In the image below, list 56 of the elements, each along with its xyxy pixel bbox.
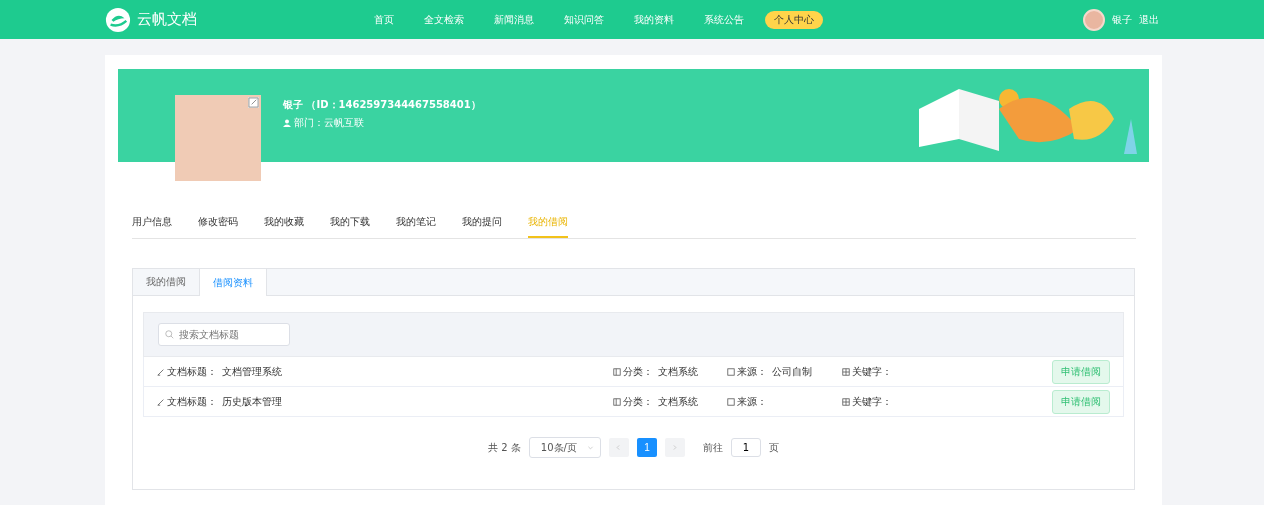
square-icon — [727, 397, 735, 406]
field-label: 分类： — [623, 394, 653, 409]
field-label: 来源： — [737, 364, 767, 379]
next-page-button[interactable] — [664, 438, 685, 457]
pen-icon — [157, 367, 165, 376]
avatar-circle[interactable] — [1083, 8, 1105, 31]
nav-link[interactable]: 新闻消息 — [485, 10, 543, 29]
page-suffix: 页 — [768, 440, 779, 455]
pen-icon — [157, 397, 165, 406]
nav-link[interactable]: 个人中心 — [765, 10, 823, 29]
document-title: 文档管理系统 — [222, 364, 282, 379]
search-icon — [165, 330, 174, 339]
nav-link[interactable]: 我的资料 — [625, 10, 683, 29]
category-value: 文档系统 — [658, 394, 698, 409]
logo-text: 云帆文档 — [137, 10, 197, 29]
sub-tab[interactable]: 我的借阅 — [133, 269, 199, 295]
square-icon — [727, 367, 735, 376]
field-label: 文档标题： — [167, 364, 217, 379]
chevron-down-icon — [586, 444, 594, 451]
sub-tab[interactable]: 借阅资料 — [199, 269, 267, 296]
nav-link[interactable]: 首页 — [365, 10, 403, 29]
profile-tab[interactable]: 用户信息 — [132, 215, 172, 238]
goto-label: 前往 — [702, 440, 723, 455]
nav-link[interactable]: 全文检索 — [415, 10, 473, 29]
page-input[interactable]: 1 — [730, 438, 761, 457]
user-name[interactable]: 银子 — [1112, 12, 1132, 27]
category-value: 文档系统 — [658, 364, 698, 379]
field-label: 来源： — [737, 394, 767, 409]
source-value: 公司自制 — [772, 364, 812, 379]
profile-tab[interactable]: 我的提问 — [462, 215, 502, 238]
field-label: 关键字： — [852, 394, 892, 409]
profile-tab[interactable]: 我的下载 — [330, 215, 370, 238]
edit-icon[interactable] — [248, 97, 259, 108]
field-label: 分类： — [623, 364, 653, 379]
profile-tab[interactable]: 修改密码 — [198, 215, 238, 238]
profile-tab[interactable]: 我的笔记 — [396, 215, 436, 238]
borrow-button[interactable]: 申请借阅 — [1052, 389, 1110, 414]
department-text: 部门：云帆互联 — [294, 116, 364, 130]
field-label: 关键字： — [852, 364, 892, 379]
page-number[interactable]: 1 — [636, 438, 657, 457]
document-title: 历史版本管理 — [222, 394, 282, 409]
profile-tab[interactable]: 我的收藏 — [264, 215, 304, 238]
logo-icon — [105, 6, 131, 33]
prev-page-button[interactable] — [608, 438, 629, 457]
nav-link[interactable]: 系统公告 — [695, 10, 753, 29]
nav-link[interactable]: 知识问答 — [555, 10, 613, 29]
user-id-text: 银子 （ID：1462597344467558401） — [283, 98, 481, 112]
logout-link[interactable]: 退出 — [1139, 12, 1159, 27]
person-icon — [283, 119, 291, 127]
chevron-right-icon — [671, 444, 679, 451]
total-count: 共 2 条 — [488, 440, 521, 455]
page-size-select[interactable]: 10条/页 — [528, 437, 601, 458]
search-field[interactable]: 搜索文档标题 — [158, 323, 290, 346]
field-label: 文档标题： — [167, 394, 217, 409]
borrow-button[interactable]: 申请借阅 — [1052, 359, 1110, 384]
profile-tab[interactable]: 我的借阅 — [528, 215, 568, 238]
